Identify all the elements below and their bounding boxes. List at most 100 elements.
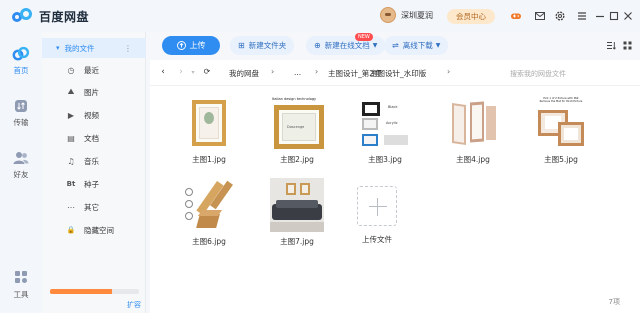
breadcrumb-root[interactable]: 我的网盘 bbox=[229, 68, 259, 79]
sort-icon[interactable] bbox=[606, 41, 616, 53]
sidebar-item-my-files[interactable]: ▾ 我的文件 ⋮ bbox=[42, 38, 146, 58]
nav-transfer[interactable]: 传输 bbox=[0, 98, 42, 128]
app-title: 百度网盘 bbox=[39, 9, 90, 24]
upload-file-tile[interactable]: 上传文件 bbox=[342, 186, 412, 245]
breadcrumb-current[interactable]: 主图设计_水印版 bbox=[370, 68, 426, 79]
user-profile[interactable]: 深圳夏润 bbox=[380, 7, 433, 23]
file-item[interactable]: 主图7.jpg bbox=[262, 178, 332, 247]
file-item[interactable]: Italian design technology Doscenge 主图2.j… bbox=[262, 96, 332, 165]
upload-button[interactable]: 上传 bbox=[162, 36, 220, 55]
history-dropdown-icon[interactable]: ▾ bbox=[188, 69, 198, 76]
chevron-down-icon: ▼ bbox=[372, 42, 378, 49]
more-options-icon[interactable]: ⋮ bbox=[124, 44, 132, 53]
file-name: 主图1.jpg bbox=[192, 155, 226, 164]
headphones-icon: ♫ bbox=[67, 156, 75, 166]
sidebar-item-hidden-space[interactable]: 🔒 隐藏空间 bbox=[42, 220, 146, 240]
vip-center-button[interactable]: 会员中心 bbox=[447, 9, 495, 24]
nav-friends-label: 好友 bbox=[13, 170, 29, 179]
thumbnail-caption: Doscenge bbox=[287, 125, 305, 129]
refresh-icon[interactable]: ⟳ bbox=[202, 67, 212, 76]
file-item[interactable]: Black Acrylic 主图3.jpg bbox=[350, 96, 420, 165]
file-name: 主图7.jpg bbox=[280, 237, 314, 246]
file-thumbnail: Italian design technology Doscenge bbox=[270, 96, 324, 150]
gamepad-icon[interactable] bbox=[510, 10, 522, 22]
nav-tools[interactable]: 工具 bbox=[0, 270, 42, 300]
file-item[interactable]: 主图1.jpg bbox=[174, 96, 244, 165]
bt-icon: Bt bbox=[66, 180, 76, 188]
storage-quota-bar bbox=[50, 289, 139, 294]
close-icon[interactable] bbox=[622, 10, 634, 22]
nav-home[interactable]: 首页 bbox=[0, 46, 42, 76]
storage-quota-fill bbox=[50, 289, 113, 294]
minimize-icon[interactable] bbox=[594, 10, 606, 22]
file-thumbnail bbox=[182, 178, 236, 232]
breadcrumb-separator-icon: › bbox=[271, 67, 275, 76]
offline-download-button[interactable]: ⇌ 离线下载 ▼ bbox=[384, 36, 449, 55]
sidebar-item-recent[interactable]: ◷ 最近 bbox=[42, 60, 146, 80]
sidebar-item-label: 其它 bbox=[84, 202, 99, 212]
cloud-icon bbox=[12, 46, 30, 62]
apps-icon bbox=[12, 270, 30, 286]
link-icon: ⇌ bbox=[392, 41, 399, 50]
sidebar-item-label: 最近 bbox=[84, 65, 99, 75]
new-folder-button[interactable]: ⊞ 新建文件夹 bbox=[230, 36, 295, 55]
offline-download-label: 离线下载 bbox=[402, 41, 433, 50]
forward-icon[interactable]: › bbox=[176, 67, 186, 77]
nav-home-label: 首页 bbox=[13, 66, 29, 75]
file-item[interactable]: 主图6.jpg bbox=[174, 178, 244, 247]
new-online-doc-label: 新建在线文档 bbox=[324, 41, 370, 50]
sidebar-item-docs[interactable]: ▤ 文档 bbox=[42, 128, 146, 148]
sidebar-item-label: 文档 bbox=[84, 133, 99, 143]
breadcrumb-ellipsis[interactable]: ... bbox=[294, 68, 301, 77]
settings-icon[interactable] bbox=[554, 10, 566, 22]
breadcrumb-separator-icon: › bbox=[447, 67, 451, 76]
nav-friends[interactable]: 好友 bbox=[0, 150, 42, 180]
back-icon[interactable]: ‹ bbox=[158, 67, 168, 77]
navigation-bar: ‹ › ▾ ⟳ 我的网盘 › ... › 主图设计_第2套 › 主图设计_水印版… bbox=[150, 60, 640, 86]
file-thumbnail bbox=[270, 178, 324, 232]
title-bar: 百度网盘 深圳夏润 会员中心 bbox=[0, 0, 640, 32]
nav-tools-label: 工具 bbox=[13, 290, 29, 299]
file-thumbnail: Pick 1 of 2 Picture with Mat Remove the … bbox=[534, 96, 588, 150]
document-icon: ▤ bbox=[67, 133, 75, 143]
file-name: 主图2.jpg bbox=[280, 155, 314, 164]
sidebar-item-label: 图片 bbox=[84, 87, 99, 97]
menu-icon[interactable] bbox=[576, 10, 588, 22]
mail-icon[interactable] bbox=[534, 10, 546, 22]
upload-label: 上传 bbox=[189, 41, 206, 50]
thumbnail-caption: Italian design technology bbox=[272, 97, 317, 101]
avatar[interactable] bbox=[380, 7, 396, 23]
upload-tile-label: 上传文件 bbox=[362, 235, 392, 244]
new-online-doc-button[interactable]: ⊕ 新建在线文档 ▼ bbox=[306, 36, 386, 55]
username[interactable]: 深圳夏润 bbox=[401, 10, 433, 21]
search-input[interactable] bbox=[508, 66, 632, 81]
file-item[interactable]: 主图4.jpg bbox=[438, 96, 508, 165]
nav-transfer-label: 传输 bbox=[13, 118, 29, 127]
chevron-down-icon[interactable]: ▾ bbox=[56, 44, 60, 52]
folder-plus-icon: ⊞ bbox=[238, 41, 245, 50]
grid-view-icon[interactable] bbox=[623, 41, 632, 53]
new-folder-label: 新建文件夹 bbox=[248, 41, 287, 50]
plus-icon[interactable] bbox=[357, 186, 397, 226]
thumbnail-caption: Black bbox=[388, 105, 398, 109]
sidebar-item-images[interactable]: ⛰ 图片 bbox=[42, 82, 146, 102]
video-icon: ▶ bbox=[67, 110, 75, 120]
breadcrumb-separator-icon: › bbox=[315, 67, 319, 76]
sidebar-item-label: 音乐 bbox=[84, 156, 99, 166]
sidebar-item-other[interactable]: ⋯ 其它 bbox=[42, 197, 146, 217]
thumbnail-caption: Pick 1 of 2 Picture with Mat Remove the … bbox=[539, 97, 583, 103]
maximize-icon[interactable] bbox=[608, 10, 620, 22]
ellipsis-icon: ⋯ bbox=[67, 202, 75, 212]
friends-icon bbox=[12, 150, 30, 166]
upload-icon bbox=[176, 41, 186, 50]
primary-nav: 首页 传输 好友 工具 bbox=[0, 32, 42, 313]
file-thumbnail: Black Acrylic bbox=[358, 96, 412, 150]
expand-storage-link[interactable]: 扩容 bbox=[127, 300, 141, 310]
sidebar-item-music[interactable]: ♫ 音乐 bbox=[42, 151, 146, 171]
sidebar-item-videos[interactable]: ▶ 视频 bbox=[42, 105, 146, 125]
file-name: 主图3.jpg bbox=[368, 155, 402, 164]
file-item[interactable]: Pick 1 of 2 Picture with Mat Remove the … bbox=[526, 96, 596, 165]
document-plus-icon: ⊕ bbox=[314, 41, 321, 50]
transfer-icon bbox=[12, 98, 30, 114]
sidebar-item-torrents[interactable]: Bt 种子 bbox=[42, 174, 146, 194]
